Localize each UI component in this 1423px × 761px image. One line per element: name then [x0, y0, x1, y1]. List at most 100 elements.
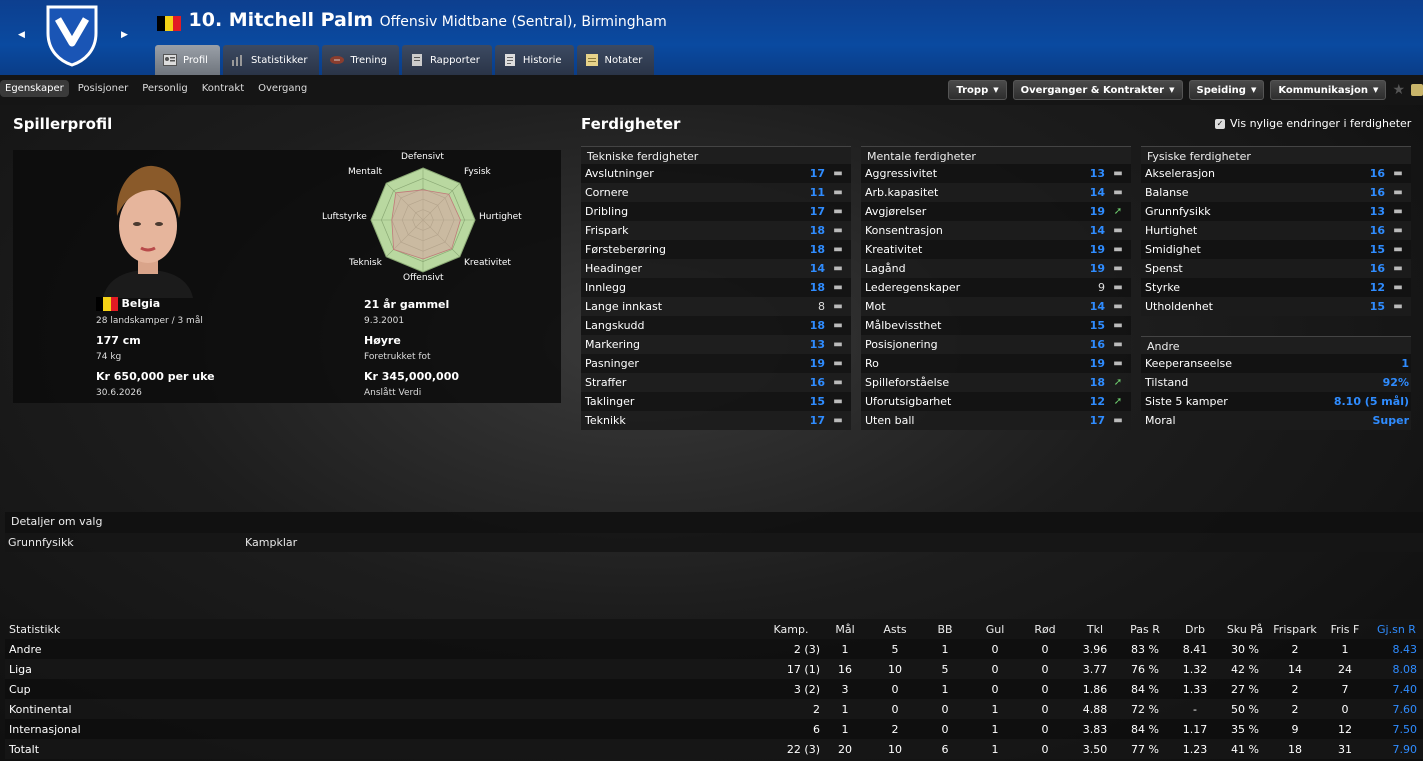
skill-row[interactable]: Spenst 16 ▬: [1141, 259, 1411, 278]
tab-label: Historie: [522, 54, 562, 66]
skill-label: Keeperanseelse: [1145, 357, 1233, 370]
skill-row[interactable]: Spilleforståelse 18 ➚: [861, 373, 1131, 392]
skill-row[interactable]: Posisjonering 16 ▬: [861, 335, 1131, 354]
tab-notater[interactable]: Notater: [576, 45, 655, 75]
stats-row[interactable]: Liga 17 (1) 16 10 5 0 0 3.77 76 % 1.32 42 % 14 24 8.0…: [5, 659, 1423, 679]
menu-kommunikasjon[interactable]: Kommunikasjon ▼: [1270, 80, 1387, 100]
stats-cell: 1.32: [1170, 659, 1220, 679]
stats-column-header[interactable]: Gj.sn R: [1370, 619, 1423, 639]
skill-row[interactable]: Taklinger 15 ▬: [581, 392, 851, 411]
skill-row[interactable]: Keeperanseelse 1: [1141, 354, 1411, 373]
stats-row[interactable]: Andre 2 (3) 1 5 1 0 0 3.96 83 % 8.41 30 % 2 1 8.43: [5, 639, 1423, 659]
skill-label: Teknikk: [585, 414, 626, 427]
skill-row[interactable]: Akselerasjon 16 ▬: [1141, 164, 1411, 183]
stats-cell: 1: [1320, 639, 1370, 659]
stats-column-header[interactable]: BB: [920, 619, 970, 639]
skill-row[interactable]: Hurtighet 16 ▬: [1141, 221, 1411, 240]
stats-row[interactable]: Totalt 22 (3) 20 10 6 1 0 3.50 77 % 1.23 41 % 18 31 7…: [5, 739, 1423, 759]
skill-row[interactable]: Moral Super: [1141, 411, 1411, 430]
show-recent-changes[interactable]: ✓ Vis nylige endringer i ferdigheter: [1215, 117, 1411, 130]
skill-row[interactable]: Uten ball 17 ▬: [861, 411, 1131, 430]
skill-row[interactable]: Smidighet 15 ▬: [1141, 240, 1411, 259]
menu-tropp[interactable]: Tropp ▼: [948, 80, 1007, 100]
skill-row[interactable]: Pasninger 19 ▬: [581, 354, 851, 373]
stats-cell: 77 %: [1120, 739, 1170, 759]
stats-column-header[interactable]: Rød: [1020, 619, 1070, 639]
tab-label: Rapporter: [429, 54, 480, 66]
skill-row[interactable]: Aggressivitet 13 ▬: [861, 164, 1131, 183]
skill-row[interactable]: Grunnfysikk 13 ▬: [1141, 202, 1411, 221]
international-caps: 28 landskamper / 3 mål: [96, 316, 203, 326]
star-icon[interactable]: ★: [1392, 82, 1405, 98]
skill-row[interactable]: Tilstand 92%: [1141, 373, 1411, 392]
skill-row[interactable]: Avgjørelser 19 ➚: [861, 202, 1131, 221]
stats-cell: 18: [1270, 739, 1320, 759]
skill-row[interactable]: Målbevissthet 15 ▬: [861, 316, 1131, 335]
skill-row[interactable]: Innlegg 18 ▬: [581, 278, 851, 297]
skill-row[interactable]: Kreativitet 19 ▬: [861, 240, 1131, 259]
stats-row[interactable]: Cup 3 (2) 3 0 1 0 0 1.86 84 % 1.33 27 % 2 7 7.40: [5, 679, 1423, 699]
stats-column-header[interactable]: Sku På: [1220, 619, 1270, 639]
trend-flat-icon: ▬: [1113, 282, 1123, 293]
skill-value: 18: [809, 281, 825, 294]
stats-column-header[interactable]: Tkl: [1070, 619, 1120, 639]
stats-cell: 0: [1020, 739, 1070, 759]
skill-row[interactable]: Ro 19 ▬: [861, 354, 1131, 373]
skill-row[interactable]: Siste 5 kamper 8.10 (5 mål): [1141, 392, 1411, 411]
skill-row[interactable]: Førsteberøring 18 ▬: [581, 240, 851, 259]
skill-row[interactable]: Mot 14 ▬: [861, 297, 1131, 316]
menu-overganger[interactable]: Overganger & Kontrakter ▼: [1012, 80, 1183, 100]
skill-row[interactable]: Dribling 17 ▬: [581, 202, 851, 221]
stats-row[interactable]: Internasjonal 6 1 2 0 1 0 3.83 84 % 1.17 35 % 9 12 7.…: [5, 719, 1423, 739]
tab-trening[interactable]: Trening: [322, 45, 399, 75]
skill-row[interactable]: Headinger 14 ▬: [581, 259, 851, 278]
stats-column-header[interactable]: Pas R: [1120, 619, 1170, 639]
skill-row[interactable]: Avslutninger 17 ▬: [581, 164, 851, 183]
trend-up-arrow-icon: ➚: [1113, 377, 1123, 388]
skill-row[interactable]: Teknikk 17 ▬: [581, 411, 851, 430]
checkbox-checked-icon[interactable]: ✓: [1215, 118, 1225, 129]
stats-column-header[interactable]: Drb: [1170, 619, 1220, 639]
stats-column-header[interactable]: Statistikk: [5, 619, 762, 639]
skill-row[interactable]: Arb.kapasitet 14 ▬: [861, 183, 1131, 202]
skill-row[interactable]: Langskudd 18 ▬: [581, 316, 851, 335]
skill-row[interactable]: Konsentrasjon 14 ▬: [861, 221, 1131, 240]
stats-cell: 7: [1320, 679, 1370, 699]
skill-row[interactable]: Styrke 12 ▬: [1141, 278, 1411, 297]
subtab-egenskaper[interactable]: Egenskaper: [0, 80, 69, 97]
tab-rapporter[interactable]: Rapporter: [401, 45, 492, 75]
stats-column-header[interactable]: Gul: [970, 619, 1020, 639]
skill-row[interactable]: Frispark 18 ▬: [581, 221, 851, 240]
stats-column-header[interactable]: Asts: [870, 619, 920, 639]
tab-profil[interactable]: Profil: [155, 45, 220, 75]
skill-row[interactable]: Markering 13 ▬: [581, 335, 851, 354]
tab-statistikker[interactable]: Statistikker: [222, 45, 320, 75]
skill-row[interactable]: Cornere 11 ▬: [581, 183, 851, 202]
subtab-kontrakt[interactable]: Kontrakt: [197, 80, 249, 97]
skill-row[interactable]: Lagånd 19 ▬: [861, 259, 1131, 278]
previous-player-icon[interactable]: ◀: [18, 30, 25, 40]
stats-column-header[interactable]: Fris F: [1320, 619, 1370, 639]
skill-row[interactable]: Straffer 16 ▬: [581, 373, 851, 392]
stats-row[interactable]: Kontinental 2 1 0 0 1 0 4.88 72 % -50 % 2 0 7.60: [5, 699, 1423, 719]
stats-cell: 1.33: [1170, 679, 1220, 699]
skill-row[interactable]: Lange innkast 8 ▬: [581, 297, 851, 316]
subtab-personlig[interactable]: Personlig: [137, 80, 193, 97]
tab-historie[interactable]: Historie: [494, 45, 574, 75]
skill-row[interactable]: Uforutsigbarhet 12 ➚: [861, 392, 1131, 411]
skill-label: Kreativitet: [865, 243, 923, 256]
stats-cell: 9: [1270, 719, 1320, 739]
skill-row[interactable]: Utholdenhet 15 ▬: [1141, 297, 1411, 316]
subtab-overgang[interactable]: Overgang: [253, 80, 312, 97]
note-icon[interactable]: [1411, 84, 1423, 96]
stats-cell: 2: [1270, 679, 1320, 699]
skill-row[interactable]: Lederegenskaper 9 ▬: [861, 278, 1131, 297]
menu-speiding[interactable]: Speiding ▼: [1188, 80, 1265, 100]
subtab-posisjoner[interactable]: Posisjoner: [73, 80, 134, 97]
stats-column-header[interactable]: Mål: [820, 619, 870, 639]
skill-value: 17: [809, 205, 825, 218]
stats-column-header[interactable]: Frispark: [1270, 619, 1320, 639]
next-player-icon[interactable]: ▶: [121, 30, 128, 40]
stats-column-header[interactable]: Kamp.: [762, 619, 820, 639]
skill-row[interactable]: Balanse 16 ▬: [1141, 183, 1411, 202]
